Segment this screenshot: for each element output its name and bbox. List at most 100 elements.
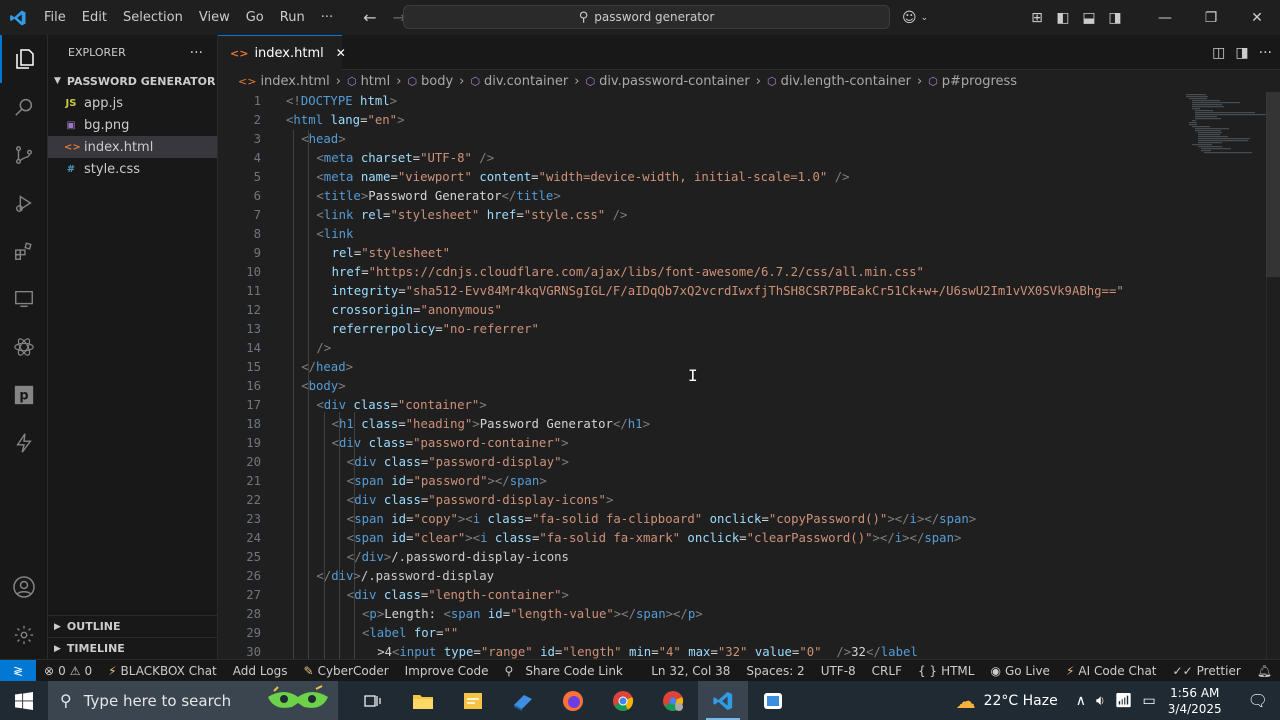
notifications-bell-icon[interactable]: 🔔︎ (1249, 664, 1280, 678)
go-live-label: Go Live (1004, 664, 1050, 678)
notifications-icon[interactable]: 🗨︎ (1236, 691, 1280, 710)
toggle-secondary-sidebar-icon[interactable]: ◨ (1102, 10, 1128, 26)
app-tile-icon[interactable] (498, 681, 548, 720)
add-logs-button[interactable]: Add Logs (225, 664, 296, 678)
file-explorer-icon[interactable] (398, 681, 448, 720)
chrome-profile-icon[interactable] (648, 681, 698, 720)
cursor-position[interactable]: Ln 32, Col 38 (643, 664, 738, 678)
file-item[interactable]: ▣ bg.png (48, 114, 217, 136)
volume-icon[interactable]: 🔉︎ (1096, 693, 1105, 709)
menu-item[interactable]: View (191, 0, 238, 35)
breadcrumb-item[interactable]: ⬡ html (347, 74, 390, 89)
folder-title[interactable]: ▼ PASSWORD GENERATOR (48, 70, 217, 92)
run-debug-icon[interactable] (0, 179, 48, 227)
code-token: div (339, 436, 362, 450)
menu-item[interactable]: Edit (74, 0, 115, 35)
breadcrumb-item[interactable]: ⬡ body (407, 74, 453, 89)
vertical-scrollbar[interactable] (1266, 92, 1280, 659)
problems-indicator[interactable]: ⊗ 0 ⚠ 0 (36, 664, 100, 678)
firefox-icon[interactable] (548, 681, 598, 720)
source-control-icon[interactable] (0, 131, 48, 179)
language-mode[interactable]: { } HTML (910, 664, 983, 678)
vscode-taskbar-icon[interactable] (698, 681, 748, 720)
element-icon: ⬡ (470, 74, 480, 88)
code-text: >4<input type="range" id="length" min="4… (377, 643, 918, 659)
file-item[interactable]: JS app.js (48, 92, 217, 114)
explorer-icon[interactable] (0, 35, 48, 83)
indentation[interactable]: Spaces: 2 (738, 664, 812, 678)
minimap[interactable] (1186, 92, 1266, 172)
snipping-tool-icon[interactable] (748, 681, 798, 720)
wifi-icon[interactable]: 📶︎ (1115, 693, 1133, 709)
breadcrumb-item[interactable]: ⬡ p#progress (928, 74, 1017, 89)
menu-item[interactable]: Go (238, 0, 272, 35)
task-view-icon[interactable] (348, 681, 398, 720)
prettier-button[interactable]: ✓✓ Prettier (1165, 664, 1249, 678)
start-button[interactable] (0, 681, 48, 720)
react-icon[interactable] (0, 323, 48, 371)
remote-indicator-icon[interactable]: ≷ (0, 659, 36, 682)
code-token: < (331, 417, 339, 431)
remote-explorer-icon[interactable] (0, 275, 48, 323)
blackbox-chat-button[interactable]: ⚡ BLACKBOX Chat (100, 664, 225, 678)
line-number: 15 (246, 360, 261, 374)
breadcrumb-item[interactable]: ⬡ div.length-container (767, 74, 911, 89)
scrollbar-thumb[interactable] (1266, 92, 1280, 277)
menu-item[interactable]: Run (272, 0, 313, 35)
code-token: > (338, 379, 346, 393)
taskbar-search[interactable]: ⚲ Type here to search (48, 681, 338, 720)
end-of-line[interactable]: CRLF (864, 664, 910, 678)
file-item[interactable]: <> index.html (48, 136, 217, 158)
battery-icon[interactable]: ▭ (1143, 693, 1156, 709)
code-token: div (354, 455, 377, 469)
sticky-notes-icon[interactable] (448, 681, 498, 720)
encoding[interactable]: UTF-8 (813, 664, 864, 678)
weather-text[interactable]: 22°C Haze (984, 693, 1058, 709)
improve-code-button[interactable]: Improve Code (397, 664, 497, 678)
go-live-button[interactable]: ◉ Go Live (982, 664, 1057, 678)
toggle-sidebar-icon[interactable]: ◧ (1050, 10, 1076, 26)
code-token: label (369, 626, 407, 640)
copilot-button[interactable]: ☺ ⌄ (902, 0, 928, 35)
split-editor-icon[interactable]: ◨ (1235, 45, 1248, 61)
lightning-icon[interactable] (0, 419, 48, 467)
command-center-search[interactable]: ⚲ password generator (403, 5, 890, 29)
breadcrumb-item[interactable]: ⬡ div.container (470, 74, 568, 89)
improve-code-label: Improve Code (404, 663, 489, 678)
close-tab-icon[interactable]: ✕ (336, 46, 346, 60)
menu-item[interactable]: File (36, 0, 74, 35)
show-hidden-icons-icon[interactable]: ∧ (1076, 693, 1086, 709)
ai-code-chat-button[interactable]: ⚡ AI Code Chat (1058, 664, 1165, 678)
chrome-icon[interactable] (598, 681, 648, 720)
outline-section[interactable]: ▶ OUTLINE (48, 615, 218, 637)
more-actions-icon[interactable]: ··· (1259, 45, 1272, 61)
close-window-button[interactable]: ✕ (1234, 10, 1280, 26)
toggle-panel-icon[interactable]: ⬓ (1076, 10, 1102, 26)
timeline-section[interactable]: ▶ TIMELINE (48, 637, 218, 659)
file-item[interactable]: # style.css (48, 158, 217, 180)
menu-item[interactable]: ··· (313, 0, 341, 35)
code-token: "32" (717, 645, 748, 659)
restore-button[interactable]: ❐ (1188, 10, 1234, 26)
code-editor[interactable]: 1 <!DOCTYPE html> 2 <html lang="en"> 3 <head>… (218, 92, 1280, 659)
weather-icon[interactable]: ☁ (956, 689, 976, 713)
customize-layout-icon[interactable]: ⊞ (1024, 10, 1050, 26)
code-token: > (605, 493, 614, 507)
p-extension-icon[interactable]: p (0, 371, 48, 419)
clock[interactable]: 1:56 AM 3/4/2025 (1160, 685, 1236, 717)
share-code-button[interactable]: ⚲ Share Code Link (497, 664, 631, 678)
menu-item[interactable]: Selection (115, 0, 191, 35)
minimize-button[interactable]: — (1142, 10, 1188, 26)
open-preview-icon[interactable]: ◫ (1212, 45, 1225, 61)
settings-gear-icon[interactable] (0, 611, 48, 659)
breadcrumb-item[interactable]: <> index.html (238, 74, 330, 89)
extensions-icon[interactable] (0, 227, 48, 275)
code-token: span (924, 531, 954, 545)
search-icon[interactable] (0, 83, 48, 131)
breadcrumb-item[interactable]: ⬡ div.password-container (585, 74, 749, 89)
cybercoder-button[interactable]: ✎ CyberCoder (296, 664, 397, 678)
account-icon[interactable] (0, 563, 48, 611)
tab-index-html[interactable]: <> index.html ✕ (218, 35, 346, 70)
back-arrow-icon[interactable]: ← (355, 8, 384, 27)
more-actions-icon[interactable]: ··· (190, 45, 203, 61)
